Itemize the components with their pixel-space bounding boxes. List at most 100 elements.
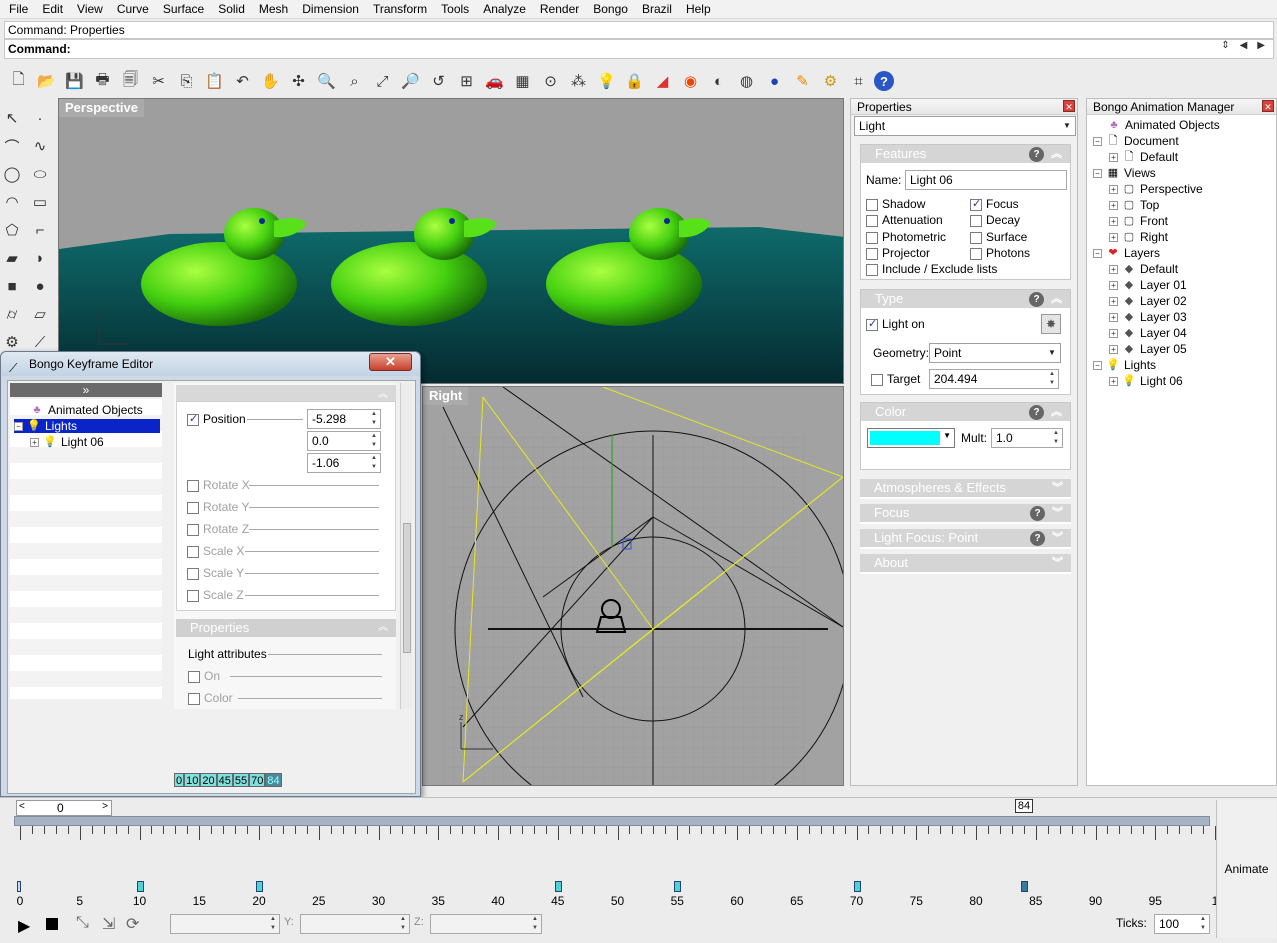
kf-tree-animated-objects[interactable]: ♣ Animated Objects <box>30 403 142 417</box>
point-icon[interactable]: · <box>28 106 52 130</box>
sphere-solid-icon[interactable]: ● <box>28 274 52 298</box>
menu-item-transform[interactable]: Transform <box>366 0 434 18</box>
pan-hand-icon[interactable]: ✋ <box>258 69 283 94</box>
scroll-up-down-icon[interactable]: ⇕ <box>1221 40 1229 51</box>
animate-button[interactable]: Animate <box>1216 800 1276 938</box>
tree-lights[interactable]: − 💡 Lights <box>1093 358 1156 372</box>
collapse-icon[interactable]: − <box>1093 168 1102 178</box>
expand-icon[interactable]: ︾ <box>1052 554 1063 572</box>
zoom-window-icon[interactable]: ⌕ <box>342 69 367 94</box>
timeline-keyframe[interactable] <box>554 881 562 892</box>
checkbox-icon[interactable] <box>970 247 982 260</box>
spinner-icon[interactable]: ▲ ▼ <box>1197 915 1209 933</box>
keyframe-frame-button[interactable]: 55 <box>232 773 250 787</box>
about-section[interactable]: About ︾ <box>860 554 1071 574</box>
new-file-icon[interactable]: 🗋 <box>6 69 31 94</box>
expand-icon[interactable]: + <box>1109 232 1118 242</box>
expand-icon[interactable]: ︾ <box>1052 529 1063 547</box>
checkbox-icon[interactable] <box>187 545 199 558</box>
collapse-icon[interactable]: − <box>14 421 23 431</box>
checkbox-icon[interactable] <box>866 247 878 260</box>
menu-item-render[interactable]: Render <box>533 0 586 18</box>
keyframe-editor-titlebar[interactable]: ⟋ Bongo Keyframe Editor <box>1 352 420 376</box>
rectangle-icon[interactable]: ▭ <box>28 190 52 214</box>
keyframe-scrollbar[interactable] <box>400 383 412 709</box>
menu-item-analyze[interactable]: Analyze <box>476 0 533 18</box>
tree-document-default[interactable]: + 🗋 Default <box>1109 150 1178 164</box>
tree-expand-button[interactable]: » <box>10 383 162 397</box>
collapse-icon[interactable]: ︽ <box>378 619 388 637</box>
surface-icon[interactable]: ▰ <box>0 246 24 270</box>
undo-icon[interactable]: ↶ <box>230 69 255 94</box>
menu-item-dimension[interactable]: Dimension <box>295 0 366 18</box>
kf-tree-light-06[interactable]: + 💡 Light 06 <box>30 435 104 449</box>
spinner-icon[interactable]: ▲ ▼ <box>1046 370 1058 388</box>
arrow-right-icon[interactable]: > <box>102 801 108 812</box>
zoom-icon[interactable]: 🔍 <box>314 69 339 94</box>
attenuation-checkbox[interactable]: Attenuation <box>866 213 943 227</box>
checkbox-icon[interactable] <box>187 567 199 580</box>
tree-view-top[interactable]: + ▢ Top <box>1109 198 1159 212</box>
car-icon[interactable]: 🚗 <box>482 69 507 94</box>
menu-item-solid[interactable]: Solid <box>211 0 252 18</box>
command-prompt[interactable]: Command: <box>4 39 1274 59</box>
atmospheres-section[interactable]: Atmospheres & Effects ︾ <box>860 479 1071 499</box>
end-marker[interactable]: 84 <box>1015 799 1033 813</box>
collapse-icon[interactable]: − <box>1093 248 1102 258</box>
tree-layers[interactable]: − ❤ Layers <box>1093 246 1160 260</box>
arrow-right-icon[interactable]: ▶ <box>1257 40 1265 51</box>
help-icon[interactable]: ? <box>1030 506 1045 521</box>
menu-item-edit[interactable]: Edit <box>35 0 70 18</box>
spinner-icon[interactable]: ▲ ▼ <box>368 432 380 450</box>
copy-icon[interactable]: ⎘ <box>174 69 199 94</box>
arrow-left-icon[interactable]: < <box>19 801 25 812</box>
tree-view-right[interactable]: + ▢ Right <box>1109 230 1168 244</box>
timeline-keyframe[interactable] <box>853 881 861 892</box>
position-x-field[interactable]: -5.298 ▲ ▼ <box>307 409 381 429</box>
spinner-icon[interactable]: ▲ ▼ <box>267 915 279 933</box>
save-icon[interactable]: 💾 <box>62 69 87 94</box>
target-field[interactable]: 204.494 ▲ ▼ <box>929 369 1059 389</box>
chevron-down-icon[interactable]: ▼ <box>943 431 951 440</box>
checkbox-icon[interactable] <box>970 214 982 227</box>
stop-icon[interactable] <box>46 918 58 930</box>
menu-item-surface[interactable]: Surface <box>156 0 211 18</box>
checkbox-icon[interactable] <box>871 373 883 386</box>
paste-icon[interactable]: 📋 <box>202 69 227 94</box>
expand-icon[interactable]: + <box>1109 264 1118 274</box>
transform-header[interactable]: ︽ <box>176 385 396 401</box>
zoom-extents-icon[interactable]: ⤢ <box>370 69 395 94</box>
close-icon[interactable]: ✕ <box>1262 100 1274 112</box>
menu-item-mesh[interactable]: Mesh <box>252 0 295 18</box>
checkbox-icon[interactable] <box>187 589 199 602</box>
shaded-view-icon[interactable]: ◐ <box>706 69 731 94</box>
chevron-down-icon[interactable]: ▼ <box>1044 344 1060 362</box>
color-picker[interactable]: ▼ <box>867 428 955 448</box>
window-close-button[interactable]: ✕ <box>369 353 412 371</box>
help-icon[interactable]: ? <box>1029 292 1044 307</box>
render-sphere-icon[interactable]: ● <box>762 69 787 94</box>
shadow-checkbox[interactable]: Shadow <box>866 197 925 211</box>
cylinder-icon[interactable]: ⌭ <box>0 302 24 326</box>
osnap-icon[interactable]: ⊙ <box>538 69 563 94</box>
color-wheel-icon[interactable]: ◉ <box>678 69 703 94</box>
menu-item-help[interactable]: Help <box>679 0 718 18</box>
help-icon[interactable]: ? <box>1029 405 1044 420</box>
surface-checkbox[interactable]: Surface <box>970 230 1027 244</box>
collapse-icon[interactable]: − <box>1093 360 1102 370</box>
scale-y-checkbox[interactable]: Scale Y <box>187 566 244 580</box>
position-y-field[interactable]: 0.0 ▲ ▼ <box>307 431 381 451</box>
ellipse-icon[interactable]: ⬭ <box>28 162 52 186</box>
arrow-left-icon[interactable]: ◀ <box>1240 40 1248 51</box>
focus-section[interactable]: Focus? ︾ <box>860 504 1071 524</box>
tree-light-light-06[interactable]: + 💡 Light 06 <box>1109 374 1183 388</box>
expand-icon[interactable]: + <box>1109 280 1118 290</box>
menu-item-tools[interactable]: Tools <box>434 0 476 18</box>
tree-document[interactable]: − 🗋 Document <box>1093 134 1179 148</box>
expand-icon[interactable]: ︾ <box>1052 479 1063 497</box>
collapse-icon[interactable]: ︽ <box>1051 145 1062 163</box>
four-viewports-icon[interactable]: ⊞ <box>454 69 479 94</box>
move-keys-icon[interactable]: ⤡ <box>76 914 89 932</box>
tree-views[interactable]: − ▦ Views <box>1093 166 1156 180</box>
scale-x-checkbox[interactable]: Scale X <box>187 544 244 558</box>
